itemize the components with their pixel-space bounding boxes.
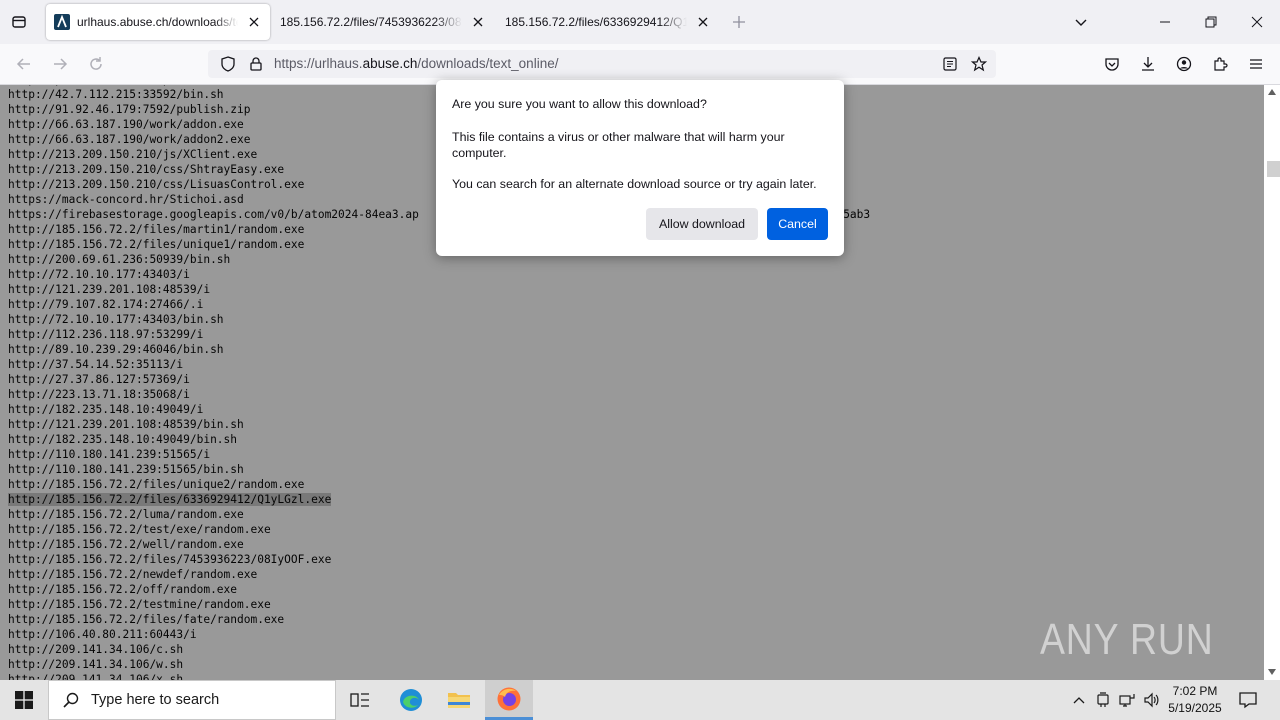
- reload-icon[interactable]: [82, 50, 110, 78]
- dialog-question: Are you sure you want to allow this down…: [452, 97, 707, 111]
- network-icon[interactable]: [1116, 680, 1138, 720]
- hamburger-menu-icon[interactable]: [1242, 50, 1270, 78]
- url-domain: abuse.ch: [362, 56, 418, 71]
- vertical-scrollbar[interactable]: [1264, 85, 1280, 680]
- lock-icon[interactable]: [246, 54, 266, 74]
- edge-browser-icon[interactable]: [387, 680, 435, 720]
- bookmark-star-icon[interactable]: [969, 54, 989, 74]
- windows-logo-icon: [15, 691, 33, 709]
- account-icon[interactable]: [1170, 50, 1198, 78]
- restore-button[interactable]: [1188, 0, 1234, 44]
- tab-strip: urlhaus.abuse.ch/downloads/text_online/ …: [0, 0, 1280, 44]
- taskbar-search-box[interactable]: Type here to search: [48, 680, 336, 720]
- url-text[interactable]: https://urlhaus.abuse.ch/downloads/text_…: [274, 56, 558, 71]
- file-explorer-icon[interactable]: [435, 680, 483, 720]
- url-path: /downloads/text_online/: [417, 56, 559, 71]
- dialog-warning-text: This file contains a virus or other malw…: [452, 130, 785, 160]
- taskbar-clock[interactable]: 7:02 PM 5/19/2025: [1160, 683, 1230, 717]
- close-tab-icon[interactable]: [693, 12, 713, 32]
- back-arrow-icon[interactable]: [10, 50, 38, 78]
- download-warning-dialog: Are you sure you want to allow this down…: [436, 80, 844, 256]
- url-prefix: https://urlhaus.: [274, 56, 363, 71]
- new-tab-icon[interactable]: [728, 11, 750, 33]
- tab-urlhaus[interactable]: urlhaus.abuse.ch/downloads/text_online/: [46, 4, 270, 40]
- watermark-text: ANY RUN: [1040, 615, 1214, 664]
- address-bar[interactable]: https://urlhaus.abuse.ch/downloads/text_…: [208, 50, 996, 78]
- tab-download-q1ylgzl[interactable]: 185.156.72.2/files/6336929412/Q1yLGzl.ex…: [497, 4, 719, 40]
- tab-title: 185.156.72.2/files/7453936223/08IyOOF.ex…: [280, 15, 462, 29]
- search-placeholder: Type here to search: [91, 692, 220, 708]
- tab-download-08iyoof[interactable]: 185.156.72.2/files/7453936223/08IyOOF.ex…: [272, 4, 494, 40]
- search-icon: [63, 692, 79, 708]
- device-icon[interactable]: [1092, 680, 1114, 720]
- anyrun-watermark: ANY RUN: [1040, 606, 1244, 674]
- firefox-taskbar-icon[interactable]: [485, 680, 533, 720]
- extensions-icon[interactable]: [1206, 50, 1234, 78]
- show-hidden-icons-chevron-up-icon[interactable]: [1068, 680, 1090, 720]
- firefox-view-icon[interactable]: [6, 9, 32, 35]
- clock-time: 7:02 PM: [1172, 684, 1218, 698]
- navigation-toolbar: https://urlhaus.abuse.ch/downloads/text_…: [0, 44, 1280, 85]
- windows-taskbar: Type here to search 7:02 PM 5/19/2025: [0, 680, 1280, 720]
- minimize-button[interactable]: [1142, 0, 1188, 44]
- scroll-up-arrow-icon[interactable]: [1267, 87, 1277, 97]
- tracking-protection-shield-icon[interactable]: [218, 54, 238, 74]
- pocket-icon[interactable]: [1098, 50, 1126, 78]
- urlhaus-favicon-icon: [54, 14, 70, 30]
- tab-title: urlhaus.abuse.ch/downloads/text_online/: [77, 15, 238, 29]
- task-view-icon[interactable]: [336, 680, 384, 720]
- close-tab-icon[interactable]: [468, 12, 488, 32]
- reader-view-icon[interactable]: [940, 54, 960, 74]
- scrollbar-thumb[interactable]: [1267, 161, 1280, 177]
- dialog-hint-text: You can search for an alternate download…: [452, 177, 817, 191]
- notifications-icon[interactable]: [1234, 680, 1262, 720]
- start-button[interactable]: [0, 680, 48, 720]
- scroll-down-arrow-icon[interactable]: [1267, 667, 1277, 677]
- cancel-button[interactable]: Cancel: [767, 208, 828, 240]
- clock-date: 5/19/2025: [1168, 701, 1222, 715]
- forward-arrow-icon[interactable]: [46, 50, 74, 78]
- close-window-button[interactable]: [1234, 0, 1280, 44]
- allow-download-button[interactable]: Allow download: [646, 208, 758, 240]
- downloads-icon[interactable]: [1134, 50, 1162, 78]
- volume-speaker-icon[interactable]: [1140, 680, 1162, 720]
- tab-title: 185.156.72.2/files/6336929412/Q1yLGzl.ex…: [505, 15, 687, 29]
- list-all-tabs-icon[interactable]: [1070, 11, 1092, 33]
- close-tab-icon[interactable]: [244, 12, 264, 32]
